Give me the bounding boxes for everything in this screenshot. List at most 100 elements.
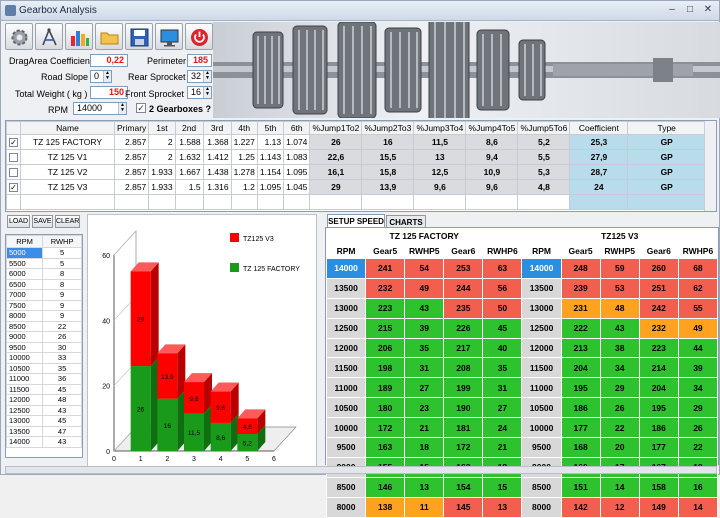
compass-icon[interactable]: [35, 23, 63, 50]
speed-cell[interactable]: 13: [482, 496, 523, 518]
speed-cell[interactable]: 62: [677, 277, 719, 299]
stepper-arrows-icon[interactable]: ▲ ▼: [118, 103, 126, 114]
rpm-row[interactable]: 10000 33: [6, 352, 82, 364]
gearbox-cell[interactable]: 16: [361, 134, 415, 150]
rpm-cell[interactable]: 8000: [6, 310, 44, 322]
speed-cell[interactable]: 27: [404, 377, 445, 399]
speed-cell[interactable]: 21: [482, 437, 523, 458]
speed-cell[interactable]: 50: [482, 297, 523, 319]
speed-cell[interactable]: 14000: [521, 258, 562, 279]
rpm-row[interactable]: 8000 9: [6, 310, 82, 322]
gearbox-cell[interactable]: 1.095: [256, 179, 285, 195]
gearbox-cell[interactable]: 1.632: [174, 149, 204, 165]
speed-cell[interactable]: 195: [560, 377, 601, 399]
speed-cell[interactable]: 31: [404, 357, 445, 379]
gearbox-cell[interactable]: 13: [413, 149, 467, 165]
gearbox-cell[interactable]: 25,3: [569, 134, 629, 150]
speed-cell[interactable]: 43: [404, 297, 445, 319]
gearbox-cell[interactable]: 9,6: [413, 179, 467, 195]
speed-cell[interactable]: 208: [443, 357, 484, 379]
gearbox-cell[interactable]: 1.154: [256, 164, 285, 180]
gearbox-cell[interactable]: [283, 194, 311, 210]
speed-cell[interactable]: 26: [599, 397, 640, 419]
speed-cell[interactable]: 172: [365, 417, 406, 439]
gearbox-cell[interactable]: 2.857: [113, 164, 150, 180]
rpm-row[interactable]: 13000 45: [6, 415, 82, 427]
speed-cell[interactable]: 9500: [521, 437, 562, 458]
gearbox-cell[interactable]: 1.5: [174, 179, 204, 195]
speed-cell[interactable]: 34: [599, 357, 640, 379]
gearbox-cell[interactable]: TZ 125 V3: [20, 179, 115, 195]
speed-cell[interactable]: 11500: [521, 357, 562, 379]
speed-cell[interactable]: 163: [365, 437, 406, 458]
rpm-row[interactable]: 9500 30: [6, 341, 82, 353]
speed-row[interactable]: 10500 180 23 190 27 10500 186 26 195 29: [325, 397, 719, 419]
gearbox-cell[interactable]: 2.857: [113, 134, 150, 150]
speed-cell[interactable]: 24: [482, 417, 523, 439]
gearbox-cell[interactable]: [174, 194, 204, 210]
save-button[interactable]: SAVE: [32, 215, 53, 228]
gearbox-cell[interactable]: 1.588: [174, 134, 204, 150]
rpm-row[interactable]: 6500 8: [6, 278, 82, 290]
speed-cell[interactable]: 26: [677, 417, 719, 439]
rpm-cell[interactable]: 10000: [6, 352, 44, 364]
speed-cell[interactable]: 12000: [521, 337, 562, 359]
stepper-arrows-icon[interactable]: ▲ ▼: [103, 71, 111, 82]
stepper-arrows-icon[interactable]: ▲ ▼: [203, 71, 211, 82]
speed-cell[interactable]: 213: [560, 337, 601, 359]
folder-icon[interactable]: [95, 23, 123, 50]
gearbox-cell[interactable]: 1.083: [283, 149, 311, 165]
speed-cell[interactable]: 142: [560, 496, 601, 518]
speed-cell[interactable]: 253: [443, 258, 484, 279]
rpm-cell[interactable]: 12500: [6, 404, 44, 416]
speed-cell[interactable]: 10500: [325, 397, 367, 419]
rpm-cell[interactable]: 13500: [6, 425, 44, 437]
speed-cell[interactable]: 54: [404, 258, 445, 279]
rpm-cell[interactable]: 36: [42, 373, 82, 385]
speed-cell[interactable]: 43: [599, 317, 640, 339]
speed-cell[interactable]: 8500: [325, 476, 367, 498]
speed-cell[interactable]: 44: [677, 337, 719, 359]
speed-row[interactable]: 8000 138 11 145 13 8000 142 12 149 14: [325, 496, 719, 518]
speed-cell[interactable]: 12000: [325, 337, 367, 359]
gearbox-cell[interactable]: 1.438: [202, 164, 232, 180]
gearbox-cell[interactable]: [309, 194, 363, 210]
minimize-icon[interactable]: –: [665, 4, 679, 17]
speed-cell[interactable]: 172: [443, 437, 484, 458]
rpm-cell[interactable]: 33: [42, 352, 82, 364]
speed-row[interactable]: 12500 215 39 226 45 12500 222 43 232 49: [325, 317, 719, 339]
gearbox-cell[interactable]: 5,2: [517, 134, 571, 150]
speed-cell[interactable]: 56: [482, 277, 523, 299]
drag-area-field[interactable]: 0,22: [90, 54, 128, 67]
speed-cell[interactable]: 177: [560, 417, 601, 439]
two-gearboxes-checkbox[interactable]: ✓: [136, 103, 146, 113]
gearbox-cell[interactable]: GP: [627, 164, 706, 180]
gearbox-cell[interactable]: 1.278: [230, 164, 258, 180]
rpm-row[interactable]: 6000 8: [6, 268, 82, 280]
speed-cell[interactable]: 20: [599, 437, 640, 458]
gearbox-cell[interactable]: 5,5: [517, 149, 571, 165]
speed-cell[interactable]: 23: [404, 397, 445, 419]
speed-cell[interactable]: 190: [443, 397, 484, 419]
speed-cell[interactable]: 39: [404, 317, 445, 339]
speed-cell[interactable]: 206: [365, 337, 406, 359]
gearbox-cell[interactable]: 16,1: [309, 164, 363, 180]
gearbox-cell[interactable]: [148, 194, 176, 210]
speed-cell[interactable]: 21: [404, 417, 445, 439]
speed-cell[interactable]: 49: [677, 317, 719, 339]
speed-cell[interactable]: 10000: [325, 417, 367, 439]
speed-cell[interactable]: 180: [365, 397, 406, 419]
gearbox-cell[interactable]: 22,6: [309, 149, 363, 165]
rear-sprocket-stepper[interactable]: 32 ▲ ▼: [187, 70, 212, 83]
rpm-cell[interactable]: 35: [42, 362, 82, 374]
speed-cell[interactable]: 186: [638, 417, 679, 439]
gearbox-cell[interactable]: 15,5: [361, 149, 415, 165]
speed-cell[interactable]: 39: [677, 357, 719, 379]
gearbox-cell[interactable]: 28,7: [569, 164, 629, 180]
gearbox-cell[interactable]: [465, 194, 519, 210]
gearbox-cell[interactable]: 1.13: [256, 134, 285, 150]
rpm-cell[interactable]: 8: [42, 278, 82, 290]
speed-cell[interactable]: 31: [482, 377, 523, 399]
save-icon[interactable]: [125, 23, 153, 50]
speed-cell[interactable]: 22: [599, 417, 640, 439]
